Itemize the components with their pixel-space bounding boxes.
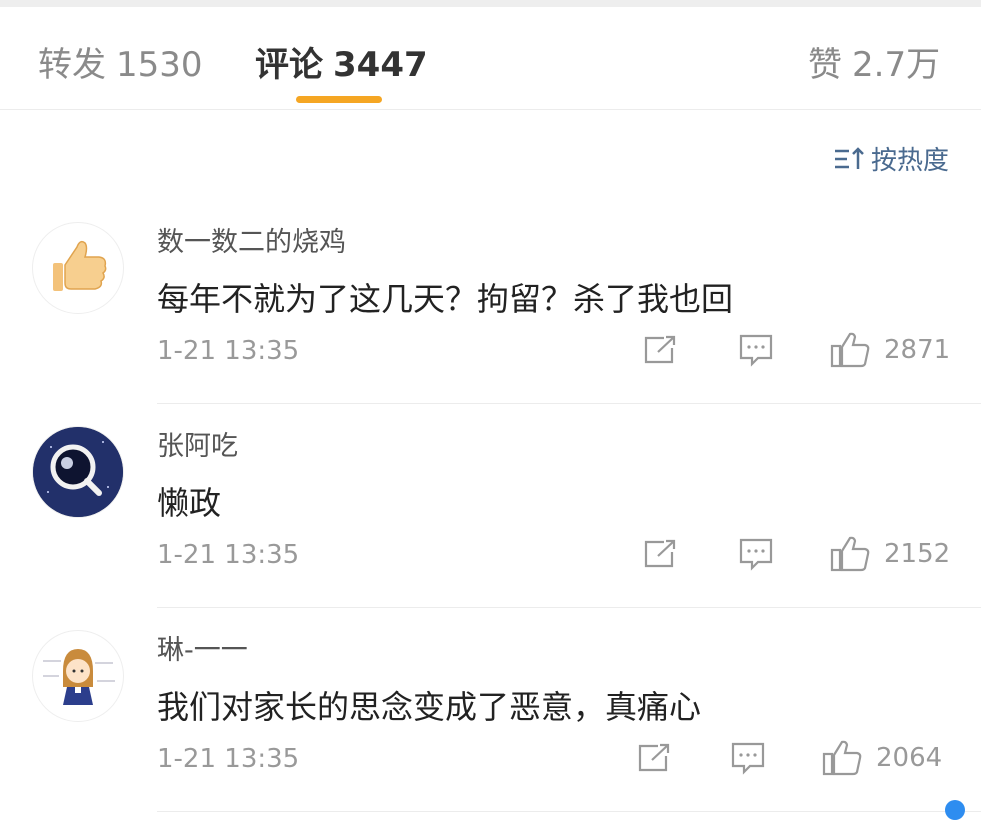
comment-time: 1-21 13:35 xyxy=(157,744,300,774)
tab-comments-label: 评论 xyxy=(255,45,323,85)
like-count: 2152 xyxy=(884,539,951,569)
reply-button[interactable] xyxy=(738,534,774,574)
like-button[interactable]: 2152 xyxy=(830,534,950,574)
comment-text: 我们对家长的思念变成了恶意，真痛心 xyxy=(157,688,702,726)
divider xyxy=(157,811,981,812)
like-icon xyxy=(830,536,870,572)
like-count: 2064 xyxy=(876,743,943,773)
comment-time: 1-21 13:35 xyxy=(157,540,300,570)
tab-likes-count: 2.7万 xyxy=(852,45,941,85)
scroll-indicator[interactable] xyxy=(945,800,965,820)
tab-comments-count: 3447 xyxy=(333,45,428,85)
comment-text: 懒政 xyxy=(157,484,222,522)
tab-repost-label: 转发 xyxy=(38,45,106,85)
comment-item: 数一数二的烧鸡 每年不就为了这几天？拘留？杀了我也回 1-21 13:35 28… xyxy=(0,200,981,404)
tab-repost-count: 1530 xyxy=(116,45,203,85)
tab-likes-label: 赞 xyxy=(808,45,842,85)
comment-text: 每年不就为了这几天？拘留？杀了我也回 xyxy=(157,280,734,318)
like-count: 2871 xyxy=(884,335,951,365)
like-button[interactable]: 2064 xyxy=(822,738,942,778)
share-icon xyxy=(644,335,676,364)
avatar[interactable] xyxy=(32,426,124,518)
sort-icon xyxy=(834,146,864,169)
comment-icon xyxy=(739,538,773,571)
top-strip xyxy=(0,0,981,7)
avatar[interactable] xyxy=(32,630,124,722)
share-icon xyxy=(638,743,670,772)
avatar[interactable] xyxy=(32,222,124,314)
tab-likes[interactable]: 赞 2.7万 xyxy=(808,37,940,86)
sort-button[interactable]: 按热度 xyxy=(833,140,949,177)
comment-item: 张阿吃 懒政 1-21 13:35 2152 xyxy=(0,404,981,608)
comment-icon xyxy=(731,742,765,775)
reply-button[interactable] xyxy=(730,738,766,778)
cartoon-girl-avatar-icon xyxy=(43,649,115,705)
share-icon xyxy=(644,539,676,568)
share-button[interactable] xyxy=(636,738,672,778)
like-icon xyxy=(830,332,870,368)
share-button[interactable] xyxy=(642,534,678,574)
comment-username[interactable]: 张阿吃 xyxy=(157,424,238,463)
comment-item: 琳-一一 我们对家长的思念变成了恶意，真痛心 1-21 13:35 2064 xyxy=(0,608,981,812)
comment-username[interactable]: 琳-一一 xyxy=(157,628,248,667)
active-tab-indicator xyxy=(296,96,382,103)
share-button[interactable] xyxy=(642,330,678,370)
sort-label: 按热度 xyxy=(870,146,949,176)
comment-icon xyxy=(739,334,773,367)
tab-comments[interactable]: 评论 3447 xyxy=(255,37,428,86)
magnifier-avatar-icon xyxy=(33,427,123,517)
reply-button[interactable] xyxy=(738,330,774,370)
comment-username[interactable]: 数一数二的烧鸡 xyxy=(157,220,346,259)
like-button[interactable]: 2871 xyxy=(830,330,950,370)
thumbs-up-avatar-icon xyxy=(53,240,107,291)
tab-bar: 转发 1530 评论 3447 赞 2.7万 xyxy=(0,7,981,110)
tab-repost[interactable]: 转发 1530 xyxy=(38,37,203,86)
like-icon xyxy=(822,740,862,776)
comment-time: 1-21 13:35 xyxy=(157,336,300,366)
